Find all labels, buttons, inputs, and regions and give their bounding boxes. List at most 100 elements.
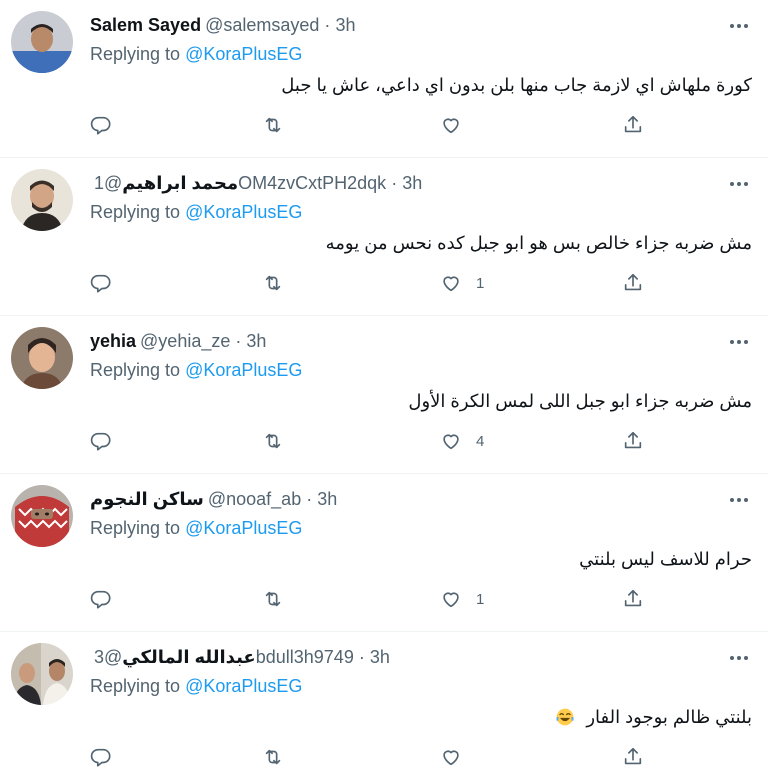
- retweet-icon: [265, 433, 281, 449]
- more-icon[interactable]: [724, 172, 754, 196]
- more-icon[interactable]: [724, 488, 754, 512]
- more-icon[interactable]: [724, 14, 754, 38]
- like-button[interactable]: [440, 742, 476, 772]
- display-name[interactable]: عبدالله المالكي: [122, 647, 255, 667]
- user-handle[interactable]: @nooaf_ab: [208, 489, 301, 509]
- mention-link[interactable]: @KoraPlusEG: [185, 676, 302, 696]
- share-button[interactable]: [622, 584, 644, 614]
- mention-link[interactable]: @KoraPlusEG: [185, 202, 302, 222]
- like-count: 1: [476, 274, 485, 292]
- replying-to: Replying to @KoraPlusEG: [90, 516, 302, 540]
- reply-button[interactable]: [90, 268, 112, 298]
- replying-label: Replying to: [90, 360, 186, 380]
- reply-icon: [90, 116, 111, 135]
- tweet-text-row: بلنتي ظالم بوجود الفار: [555, 704, 752, 730]
- reply-button[interactable]: [90, 110, 112, 140]
- timestamp[interactable]: 3h: [335, 15, 355, 35]
- like-button[interactable]: 1: [440, 584, 484, 614]
- reply-feed: Salem Sayed @salemsayed · 3h Replying to …: [0, 0, 768, 782]
- tweet[interactable]: ساكن النجوم @nooaf_ab · 3h Replying to @K…: [0, 474, 768, 632]
- tweet[interactable]: محمد ابراهيم@1OM4zvCxtPH2dqk · 3h Replyi…: [0, 158, 768, 316]
- retweet-icon: [265, 749, 281, 765]
- timestamp[interactable]: 3h: [317, 489, 337, 509]
- separator-dot: ·: [324, 15, 331, 35]
- separator-dot: ·: [358, 647, 365, 667]
- share-button[interactable]: [622, 110, 644, 140]
- share-button[interactable]: [622, 426, 644, 456]
- share-button[interactable]: [622, 742, 644, 772]
- tweet-text: مش ضربه جزاء خالص بس هو ابو جبل كده نحس …: [325, 233, 752, 253]
- like-button[interactable]: 4: [440, 426, 484, 456]
- mention-link[interactable]: @KoraPlusEG: [185, 360, 302, 380]
- like-count: 4: [476, 432, 485, 450]
- retweet-button[interactable]: [262, 426, 284, 456]
- tweet-text: بلنتي ظالم بوجود الفار: [586, 707, 752, 727]
- avatar[interactable]: [11, 169, 73, 231]
- separator-dot: ·: [306, 489, 313, 509]
- mention-link[interactable]: @KoraPlusEG: [185, 44, 302, 64]
- timestamp[interactable]: 3h: [370, 647, 390, 667]
- face-with-tears-of-joy-icon: [556, 708, 574, 726]
- retweet-button[interactable]: [262, 584, 284, 614]
- avatar[interactable]: [11, 485, 73, 547]
- share-icon: [624, 431, 642, 449]
- avatar[interactable]: [11, 11, 73, 73]
- share-icon: [624, 273, 642, 291]
- tweet[interactable]: عبدالله المالكي@3bdull3h9749 · 3h Replyi…: [0, 632, 768, 782]
- tweet-header: yehia @yehia_ze · 3h: [90, 329, 266, 353]
- avatar[interactable]: [11, 327, 73, 389]
- replying-label: Replying to: [90, 202, 186, 222]
- tweet-actions: 1: [90, 268, 650, 298]
- tweet-actions: 4: [90, 426, 650, 456]
- like-icon: [443, 118, 459, 134]
- mention-link[interactable]: @KoraPlusEG: [185, 518, 302, 538]
- tweet[interactable]: Salem Sayed @salemsayed · 3h Replying to …: [0, 0, 768, 158]
- user-handle[interactable]: @yehia_ze: [140, 331, 230, 351]
- reply-icon: [90, 748, 111, 767]
- reply-button[interactable]: [90, 584, 112, 614]
- tweet-actions: 1: [90, 584, 650, 614]
- separator-dot: ·: [391, 173, 398, 193]
- reply-icon: [90, 590, 111, 609]
- display-name[interactable]: Salem Sayed: [90, 15, 201, 35]
- tweet-text: مش ضربه جزاء ابو جبل اللى لمس الكرة الأو…: [408, 391, 752, 411]
- more-icon[interactable]: [724, 330, 754, 354]
- like-button[interactable]: [440, 110, 476, 140]
- reply-icon: [90, 432, 111, 451]
- replying-to: Replying to @KoraPlusEG: [90, 674, 302, 698]
- separator-dot: ·: [235, 331, 242, 351]
- avatar[interactable]: [11, 643, 73, 705]
- more-icon[interactable]: [724, 646, 754, 670]
- reply-button[interactable]: [90, 426, 112, 456]
- share-button[interactable]: [622, 268, 644, 298]
- user-handle[interactable]: @salemsayed: [205, 15, 319, 35]
- like-icon: [443, 276, 459, 292]
- display-name[interactable]: محمد ابراهيم: [122, 173, 238, 193]
- retweet-button[interactable]: [262, 742, 284, 772]
- like-icon: [443, 750, 459, 766]
- tweet-text: كورة ملهاش اي لازمة جاب منها بلن بدون اي…: [281, 75, 752, 95]
- reply-button[interactable]: [90, 742, 112, 772]
- share-icon: [624, 115, 642, 133]
- tweet-header: Salem Sayed @salemsayed · 3h: [90, 13, 355, 37]
- timestamp[interactable]: 3h: [246, 331, 266, 351]
- like-icon: [443, 592, 459, 608]
- like-button[interactable]: 1: [440, 268, 484, 298]
- display-name[interactable]: yehia: [90, 331, 136, 351]
- replying-label: Replying to: [90, 676, 186, 696]
- retweet-button[interactable]: [262, 110, 284, 140]
- tweet[interactable]: yehia @yehia_ze · 3h Replying to @KoraPlu…: [0, 316, 768, 474]
- tweet-header: محمد ابراهيم@1OM4zvCxtPH2dqk · 3h: [90, 171, 422, 195]
- timestamp[interactable]: 3h: [402, 173, 422, 193]
- replying-to: Replying to @KoraPlusEG: [90, 358, 302, 382]
- like-icon: [443, 434, 459, 450]
- display-name[interactable]: ساكن النجوم: [90, 489, 204, 509]
- retweet-icon: [265, 275, 281, 291]
- replying-to: Replying to @KoraPlusEG: [90, 42, 302, 66]
- replying-label: Replying to: [90, 518, 186, 538]
- replying-label: Replying to: [90, 44, 186, 64]
- share-icon: [624, 747, 642, 765]
- retweet-button[interactable]: [262, 268, 284, 298]
- reply-icon: [90, 274, 111, 293]
- tweet-header: عبدالله المالكي@3bdull3h9749 · 3h: [90, 645, 390, 669]
